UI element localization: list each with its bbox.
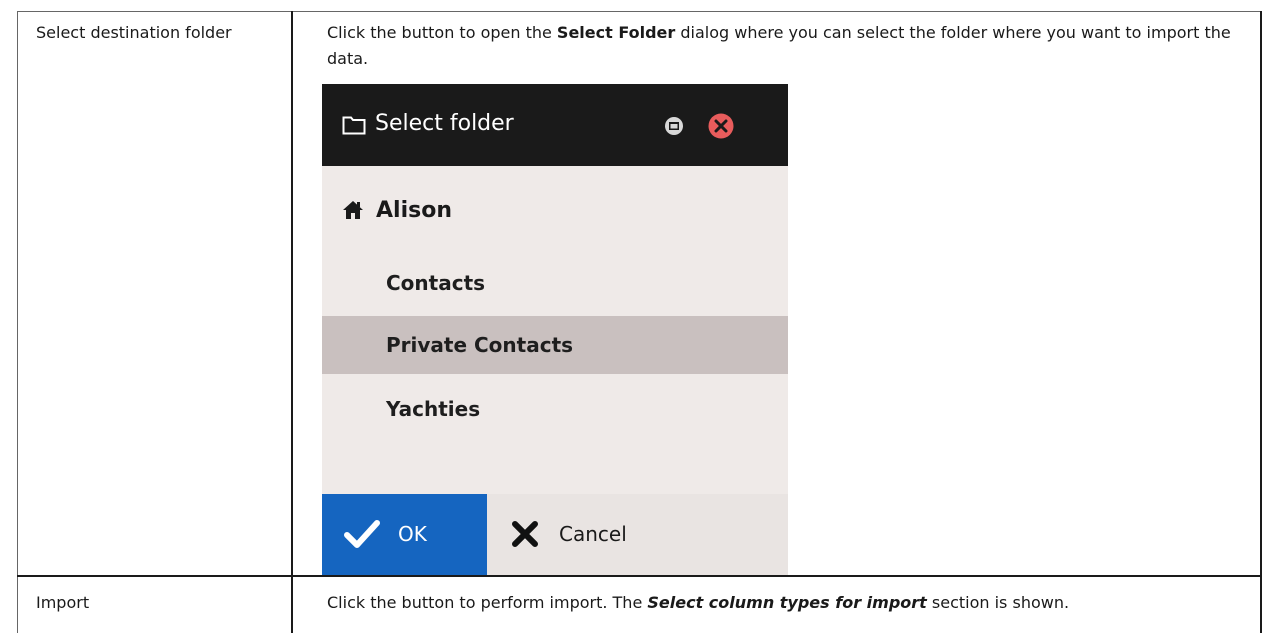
table-left-border	[17, 11, 18, 633]
tree-item-private-contacts[interactable]: Private Contacts	[322, 316, 788, 374]
tree-root-alison[interactable]: Alison	[342, 194, 452, 226]
row-label-select-destination: Select destination folder	[36, 23, 232, 42]
restore-icon[interactable]	[664, 116, 684, 136]
ok-label: OK	[398, 522, 427, 546]
desc-bold-term: Select Folder	[556, 23, 676, 42]
x-icon	[512, 521, 538, 547]
select-folder-dialog: Select folder Alison Contacts Private Co…	[322, 84, 788, 575]
desc-text: section is shown.	[926, 593, 1070, 612]
tree-item-label: Contacts	[386, 271, 486, 295]
table-top-border	[17, 11, 1262, 12]
tree-item-contacts[interactable]: Contacts	[322, 254, 788, 312]
check-icon	[344, 520, 380, 548]
row-description-select-destination: Click the button to open the Select Fold…	[327, 20, 1247, 72]
dialog-title: Select folder	[375, 111, 514, 136]
tree-item-yachties[interactable]: Yachties	[322, 380, 788, 438]
close-icon[interactable]	[708, 113, 734, 139]
row-description-import: Click the button to perform import. The …	[327, 590, 1069, 616]
table-column-divider	[291, 11, 293, 633]
ok-button[interactable]: OK	[322, 494, 487, 575]
tree-item-label: Yachties	[386, 397, 481, 421]
cancel-button[interactable]: Cancel	[487, 494, 788, 575]
cancel-label: Cancel	[559, 522, 627, 546]
row-label-import: Import	[36, 593, 90, 612]
tree-item-label: Private Contacts	[386, 333, 574, 357]
tree-root-label: Alison	[376, 197, 452, 223]
table-row-divider	[17, 575, 1262, 577]
folder-icon	[342, 116, 366, 135]
dialog-title-bar: Select folder	[322, 84, 788, 166]
desc-bold-italic-term: Select column types for import	[647, 593, 927, 612]
home-icon	[343, 201, 363, 219]
desc-text: Click the button to perform import. The	[327, 593, 648, 612]
desc-text: Click the button to open the	[327, 23, 557, 42]
